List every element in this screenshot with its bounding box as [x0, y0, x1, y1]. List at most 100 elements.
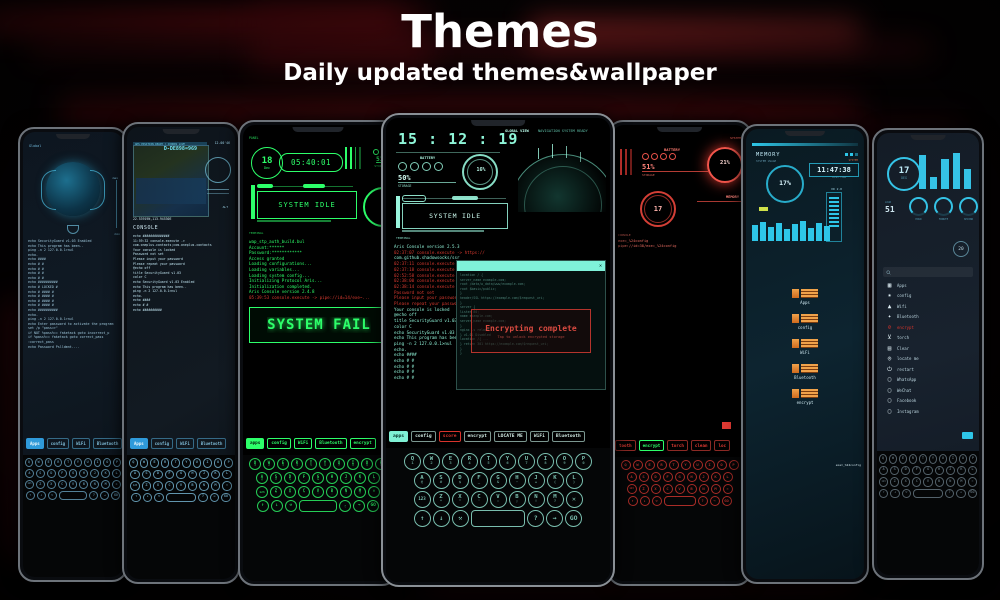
- folder-icon[interactable]: [962, 432, 973, 439]
- key-space[interactable]: [58, 491, 88, 500]
- key-[interactable]: ?: [89, 491, 99, 500]
- app-list-item[interactable]: ▢ Instagram: [881, 406, 975, 417]
- key-p[interactable]: P: [728, 460, 739, 470]
- key-k[interactable]: K(: [354, 472, 366, 484]
- key-g[interactable]: G: [176, 469, 186, 479]
- key-[interactable]: →: [546, 510, 564, 527]
- key-o[interactable]: O: [959, 454, 967, 464]
- key-l[interactable]: L): [368, 472, 380, 484]
- key-i[interactable]: I: [203, 458, 212, 468]
- key-h[interactable]: H-: [326, 472, 338, 484]
- key-r4[interactable]: R4: [461, 453, 478, 470]
- key-y6[interactable]: Y6: [499, 453, 516, 470]
- phone-blue-globe[interactable]: Global max min echo SecurityGuard v1.03 …: [18, 127, 128, 582]
- folder-list[interactable]: Apps config WiFi Bluetooth encrypt: [746, 289, 864, 569]
- key-n[interactable]: N!: [527, 491, 545, 508]
- tab-wifi[interactable]: WiFi: [176, 438, 194, 449]
- key-d[interactable]: D $: [284, 472, 296, 484]
- key-space[interactable]: [663, 496, 696, 506]
- phone-map-console[interactable]: GPS POSITION READY / COORDS LIVE D-DE898…: [122, 122, 240, 584]
- key-s[interactable]: S: [890, 465, 900, 475]
- key-f[interactable]: F: [912, 465, 922, 475]
- key-o[interactable]: O: [716, 460, 727, 470]
- keyboard[interactable]: Q W E R T Y U I O P A S D F G H J K L 123 Z X C V B N M ✕ ↑ ↓ ⚒? → GO: [23, 455, 123, 577]
- key-i[interactable]: I: [93, 458, 102, 467]
- key-x[interactable]: X ": [284, 486, 296, 498]
- tab-encrypt[interactable]: encrypt: [349, 438, 376, 449]
- map-view[interactable]: [133, 145, 209, 217]
- key-u7[interactable]: U7: [518, 453, 535, 470]
- app-list[interactable]: ▦ Apps ✷ config ▲ Wifi ✦ Bluetooth ⊘ encrypt ⊻ torc…: [881, 280, 975, 445]
- key-v[interactable]: V:: [489, 491, 507, 508]
- key-x[interactable]: X: [46, 480, 56, 489]
- key-w[interactable]: W: [889, 454, 897, 464]
- key-u[interactable]: U: [692, 460, 703, 470]
- tab-locate-me[interactable]: LOCATE ME: [493, 431, 527, 442]
- key-z[interactable]: Z: [638, 484, 649, 494]
- app-list-item[interactable]: ▢ Facebook: [881, 396, 975, 407]
- tab-bar[interactable]: Apps config WiFi Bluetooth: [23, 438, 123, 449]
- key-[interactable]: ?: [527, 510, 545, 527]
- key-n[interactable]: N: [199, 481, 209, 491]
- key-x[interactable]: X: [650, 484, 661, 494]
- key-n[interactable]: N: [945, 477, 955, 487]
- tab-apps[interactable]: apps: [389, 431, 409, 442]
- key-s[interactable]: S: [35, 469, 45, 478]
- key-l[interactable]: L): [565, 472, 583, 489]
- phone-center-aris[interactable]: 15 : 12 : 19 GLOBAL VIEW NAVIGATION SYST…: [381, 113, 615, 587]
- app-list-item[interactable]: ▦ Apps: [881, 280, 975, 291]
- badge[interactable]: 20: [953, 241, 969, 257]
- key-[interactable]: ⚒: [451, 510, 469, 527]
- key-[interactable]: →: [709, 496, 720, 506]
- key-y6[interactable]: Y6: [319, 458, 331, 470]
- tab-encrypt[interactable]: encrypt: [463, 431, 491, 442]
- key-h[interactable]: H: [187, 469, 198, 479]
- key-a[interactable]: A: [25, 469, 34, 478]
- key-s[interactable]: S: [638, 472, 649, 482]
- key-z[interactable]: Z: [141, 481, 152, 491]
- key-c[interactable]: C: [164, 481, 175, 491]
- key-m[interactable]: M: [956, 477, 966, 487]
- key-h[interactable]: H: [934, 465, 944, 475]
- key-[interactable]: ↓: [36, 491, 46, 500]
- key-i8[interactable]: I8: [347, 458, 359, 470]
- key-go[interactable]: GO: [721, 496, 732, 506]
- key-[interactable]: →: [209, 492, 220, 502]
- key-[interactable]: ?: [944, 488, 955, 498]
- key-j[interactable]: J: [698, 472, 709, 482]
- keyboard[interactable]: Q W E R T Y U I O P A S D F G H J K L 123 Z X C V B N M ✕ ↑ ↓ ⚒? → GO: [127, 455, 235, 579]
- key-[interactable]: ↑: [131, 492, 141, 502]
- key-m[interactable]: M?: [546, 491, 564, 508]
- key-s[interactable]: S: [141, 469, 152, 479]
- key-t5[interactable]: T5: [305, 458, 317, 470]
- key-v[interactable]: V: [674, 484, 685, 494]
- key-[interactable]: ⚒: [284, 500, 297, 512]
- app-list-item[interactable]: ▢ WhatsApp: [881, 375, 975, 386]
- key-space[interactable]: [913, 488, 943, 498]
- key-r[interactable]: R: [160, 458, 170, 468]
- key-t[interactable]: T: [171, 458, 180, 468]
- tab-wifi[interactable]: WiFi: [529, 431, 549, 442]
- key-[interactable]: ✕: [722, 484, 733, 494]
- tab-config[interactable]: config: [411, 431, 436, 442]
- app-list-item[interactable]: ⊻ torch: [881, 333, 975, 344]
- folder-item[interactable]: encrypt: [746, 389, 864, 405]
- key-j[interactable]: J +: [340, 472, 352, 484]
- tab-score[interactable]: score: [438, 431, 461, 442]
- key-m[interactable]: M: [101, 480, 111, 489]
- app-list-item[interactable]: ✦ Bluetooth: [881, 312, 975, 323]
- key-l[interactable]: L: [112, 469, 122, 478]
- key-q[interactable]: Q: [879, 454, 887, 464]
- keyboard[interactable]: Q1W2E3R4T5Y6U7I8O9P0 A@S#D$F_G&H-J+K(L) 12…: [386, 448, 610, 582]
- tab-config[interactable]: config: [267, 438, 291, 449]
- key-f[interactable]: F: [57, 469, 67, 478]
- key-[interactable]: ⚒: [47, 491, 57, 500]
- key-go[interactable]: GO: [967, 488, 978, 498]
- keyboard[interactable]: Q1W2E3R4T5Y6U7I8O9P0 A@S#D$F_G&H-J+K(L) 12…: [243, 455, 393, 581]
- key-g[interactable]: G: [68, 469, 78, 478]
- key-y[interactable]: Y: [74, 458, 82, 467]
- key-a[interactable]: A: [879, 465, 889, 475]
- tab-config[interactable]: config: [46, 438, 70, 449]
- key-g[interactable]: G &: [489, 472, 507, 489]
- tab-bluetooth[interactable]: Bluetooth: [551, 431, 585, 442]
